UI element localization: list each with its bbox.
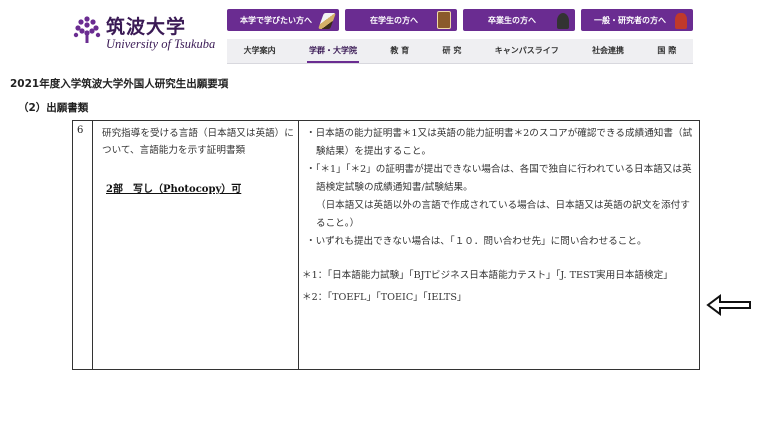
- nav-label: 在学生の方へ: [370, 15, 418, 25]
- table-border: [92, 121, 93, 369]
- nav-international[interactable]: 国 際: [655, 39, 678, 63]
- row-number: 6: [77, 125, 84, 136]
- nav-community[interactable]: 社会連携: [590, 39, 626, 63]
- notes-cell: ・日本語の能力証明書＊1又は英語の能力証明書＊2のスコアが確認できる成績通知書（…: [302, 125, 696, 307]
- logo-japanese-name: 筑波大学: [106, 16, 187, 38]
- nav-research[interactable]: 研 究: [441, 39, 464, 63]
- person-icon: [675, 13, 687, 29]
- note-item: ・「＊1」「＊2」の証明書が提出できない場合は、各国で独自に行われている日本語又…: [306, 164, 692, 193]
- note-item: ・日本語の能力証明書＊1又は英語の能力証明書＊2のスコアが確認できる成績通知書（…: [306, 128, 693, 157]
- main-nav: 大学案内 学群・大学院 教 育 研 究 キャンパスライフ 社会連携 国 際: [227, 39, 693, 64]
- nav-alumni[interactable]: 卒業生の方へ: [463, 9, 575, 31]
- audience-nav: 本学で学びたい方へ 在学生の方へ 卒業生の方へ 一般・研究者の方へ: [227, 9, 693, 31]
- nav-academics[interactable]: 学群・大学院: [307, 39, 360, 63]
- requirements-table: 6 研究指導を受ける言語（日本語又は英語）について、言語能力を示す証明書類 2部…: [72, 120, 700, 370]
- nav-education[interactable]: 教 育: [388, 39, 411, 63]
- logo-english-name: University of Tsukuba: [106, 37, 216, 51]
- footnote-2: ＊2：「TOEFL」「TOEIC」「IELTS」: [302, 292, 467, 303]
- nav-label: 一般・研究者の方へ: [594, 15, 666, 25]
- nav-general-researchers[interactable]: 一般・研究者の方へ: [581, 9, 693, 31]
- requirement-text: 研究指導を受ける言語（日本語又は英語）について、言語能力を示す証明書類: [102, 128, 294, 156]
- nav-label: 卒業生の方へ: [488, 15, 536, 25]
- footnote-1: ＊1：「日本語能力試験」「BJTビジネス日本語能力テスト」「J. TEST実用日…: [302, 270, 673, 281]
- page-title: 2021年度入学筑波大学外国人研究生出願要項: [10, 78, 229, 90]
- nav-current-students[interactable]: 在学生の方へ: [345, 9, 457, 31]
- graduate-icon: [557, 13, 569, 29]
- nav-prospective-students[interactable]: 本学で学びたい方へ: [227, 9, 339, 31]
- note-item: ・いずれも提出できない場合は、「１０．問い合わせ先」に問い合わせること。: [306, 236, 647, 247]
- book-icon: [437, 11, 451, 29]
- nav-label: 本学で学びたい方へ: [240, 15, 312, 25]
- section-heading: （2）出願書類: [18, 102, 89, 114]
- pencil-icon: [318, 13, 336, 29]
- table-border: [72, 121, 73, 369]
- copies-note: 2部 写し（Photocopy）可: [106, 184, 242, 195]
- requirement-cell: 研究指導を受ける言語（日本語又は英語）について、言語能力を示す証明書類 2部 写…: [102, 125, 294, 198]
- logo-emblem-icon: [73, 16, 101, 43]
- university-logo[interactable]: 筑波大学 University of Tsukuba: [72, 12, 232, 58]
- left-arrow-icon: [706, 294, 751, 316]
- table-border: [699, 121, 700, 369]
- nav-campus-life[interactable]: キャンパスライフ: [493, 39, 561, 63]
- note-item: （日本語又は英語以外の言語で作成されている場合は、日本語又は英語の訳文を添付する…: [316, 200, 690, 229]
- table-border: [298, 121, 299, 369]
- nav-about[interactable]: 大学案内: [242, 39, 278, 63]
